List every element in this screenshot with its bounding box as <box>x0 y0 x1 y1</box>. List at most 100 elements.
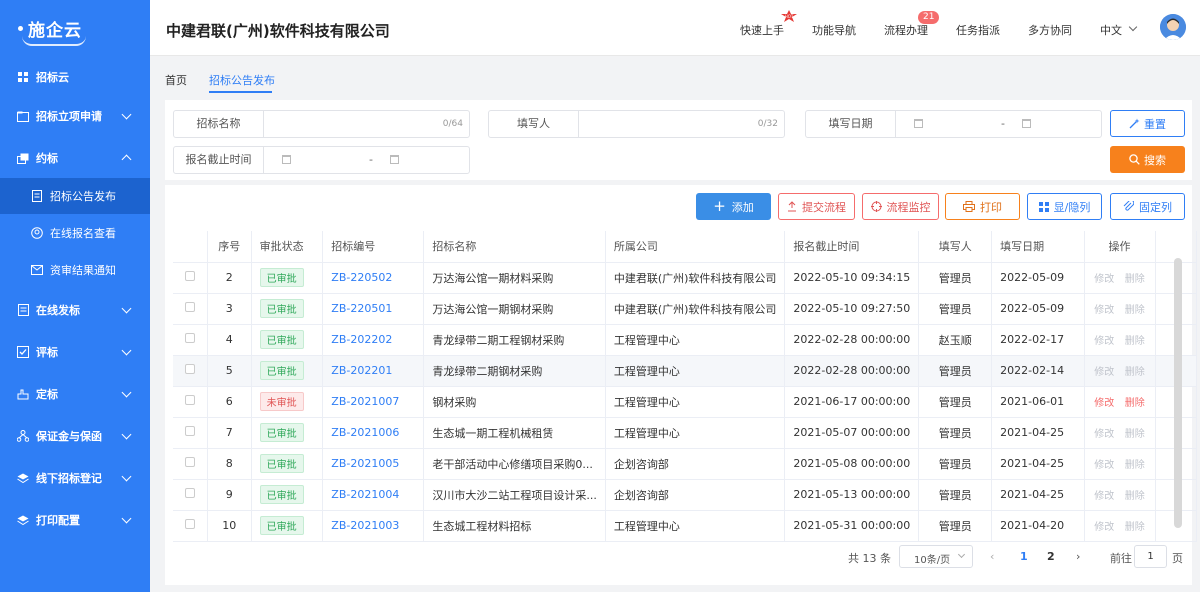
bid-name-field[interactable]: 招标名称 0/64 <box>173 110 470 138</box>
row-checkbox[interactable] <box>185 519 195 529</box>
table-row[interactable]: 9 已审批 ZB-2021004 汉川市大沙二站工程项目设计采... 企划咨询部 2021… <box>173 479 1198 511</box>
table-row[interactable]: 8 已审批 ZB-2021005 老干部活动中心修缮项目采购0... 企划咨询部 2021… <box>173 448 1198 480</box>
sidebar-item-project-apply[interactable]: 招标立项申请 <box>0 98 150 134</box>
svg-text:HOT: HOT <box>785 14 794 19</box>
fill-date-range[interactable]: 填写日期 - <box>805 110 1102 138</box>
row-code[interactable]: ZB-202202 <box>322 324 425 356</box>
delete-link[interactable]: 删除 <box>1125 429 1145 440</box>
table-row[interactable]: 2 已审批 ZB-220502 万达海公馆一期材料采购 中建君联(广州)软件科技有限公司… <box>173 262 1198 294</box>
add-button[interactable]: + 添加 <box>696 193 771 220</box>
row-code[interactable]: ZB-2021007 <box>322 386 425 418</box>
edit-link[interactable]: 修改 <box>1094 491 1114 502</box>
next-page-button[interactable]: › <box>1076 550 1080 563</box>
row-date: 2021-06-01 <box>991 386 1085 418</box>
row-code[interactable]: ZB-2021006 <box>322 417 425 449</box>
table-row[interactable]: 3 已审批 ZB-220501 万达海公馆一期钢材采购 中建君联(广州)软件科技有限公司… <box>173 293 1198 325</box>
table-row[interactable]: 6 未审批 ZB-2021007 钢材采购 工程管理中心 2021-06-17 00:00… <box>173 386 1198 418</box>
sidebar-item-yuebiao[interactable]: 约标 <box>0 140 150 176</box>
row-code[interactable]: ZB-2021004 <box>322 479 425 511</box>
table-scrollbar[interactable] <box>1174 258 1182 528</box>
row-code[interactable]: ZB-220501 <box>322 293 425 325</box>
edit-link[interactable]: 修改 <box>1094 367 1114 378</box>
printer-icon <box>963 201 975 212</box>
table-row[interactable]: 7 已审批 ZB-2021006 生态城一期工程机械租赁 工程管理中心 2021-05-0… <box>173 417 1198 449</box>
row-checkbox[interactable] <box>185 333 195 343</box>
row-no: 8 <box>207 448 252 480</box>
goto-page-input[interactable]: 1 <box>1134 545 1167 568</box>
row-date: 2021-04-25 <box>991 417 1085 449</box>
delete-link[interactable]: 删除 <box>1125 398 1145 409</box>
edit-link[interactable]: 修改 <box>1094 460 1114 471</box>
reset-button[interactable]: 重置 <box>1110 110 1185 137</box>
row-checkbox[interactable] <box>185 426 195 436</box>
row-status-cell: 已审批 <box>251 510 324 542</box>
nav-function-guide[interactable]: 功能导航 <box>812 22 856 38</box>
nav-process[interactable]: 流程办理 <box>884 22 928 38</box>
toggle-columns-button[interactable]: 显/隐列 <box>1027 193 1102 220</box>
header-date: 填写日期 <box>991 231 1085 263</box>
row-checkbox[interactable] <box>185 395 195 405</box>
layers-icon <box>16 513 30 527</box>
breadcrumb-current[interactable]: 招标公告发布 <box>209 72 275 88</box>
table-row[interactable]: 10 已审批 ZB-2021003 生态城工程材料招标 工程管理中心 2021-05-31… <box>173 510 1198 542</box>
sidebar-item-online-bid[interactable]: 在线发标 <box>0 292 150 328</box>
edit-link[interactable]: 修改 <box>1094 398 1114 409</box>
sidebar-item-evaluation[interactable]: 评标 <box>0 334 150 370</box>
nav-collaboration[interactable]: 多方协同 <box>1028 22 1072 38</box>
toggle-columns-label: 显/隐列 <box>1053 200 1091 214</box>
sidebar-item-deposit[interactable]: 保证金与保函 <box>0 418 150 454</box>
edit-link[interactable]: 修改 <box>1094 429 1114 440</box>
sidebar-item-print-config[interactable]: 打印配置 <box>0 502 150 538</box>
writer-field[interactable]: 填写人 0/32 <box>488 110 785 138</box>
delete-link[interactable]: 删除 <box>1125 305 1145 316</box>
row-checkbox[interactable] <box>185 302 195 312</box>
row-checkbox[interactable] <box>185 271 195 281</box>
avatar[interactable] <box>1160 14 1186 40</box>
table-row[interactable]: 4 已审批 ZB-202202 青龙绿带二期工程钢材采购 工程管理中心 2022-02-2… <box>173 324 1198 356</box>
print-button[interactable]: 打印 <box>945 193 1020 220</box>
row-code[interactable]: ZB-220502 <box>322 262 425 294</box>
row-actions: 修改 删除 <box>1084 448 1156 480</box>
submit-process-button[interactable]: 提交流程 <box>778 193 855 220</box>
sidebar-item-award[interactable]: 定标 <box>0 376 150 412</box>
row-code[interactable]: ZB-2021005 <box>322 448 425 480</box>
search-button[interactable]: 搜索 <box>1110 146 1185 173</box>
edit-link[interactable]: 修改 <box>1094 274 1114 285</box>
row-code[interactable]: ZB-2021003 <box>322 510 425 542</box>
page-1[interactable]: 1 <box>1020 550 1028 563</box>
deadline-range[interactable]: 报名截止时间 - <box>173 146 470 174</box>
sidebar-item-bid-cloud[interactable]: 招标云 <box>0 59 150 95</box>
edit-link[interactable]: 修改 <box>1094 305 1114 316</box>
process-monitor-button[interactable]: 流程监控 <box>862 193 939 220</box>
row-checkbox[interactable] <box>185 457 195 467</box>
status-badge: 已审批 <box>259 485 304 504</box>
page-2[interactable]: 2 <box>1047 550 1055 563</box>
row-checkbox[interactable] <box>185 364 195 374</box>
sidebar-item-offline-register[interactable]: 线下招标登记 <box>0 460 150 496</box>
row-status-cell: 已审批 <box>251 448 324 480</box>
delete-link[interactable]: 删除 <box>1125 522 1145 533</box>
breadcrumb-home[interactable]: 首页 <box>165 72 187 88</box>
sidebar-item-notice-publish[interactable]: 招标公告发布 <box>0 178 150 214</box>
language-select[interactable]: 中文 <box>1100 22 1122 38</box>
pin-columns-button[interactable]: 固定列 <box>1110 193 1185 220</box>
sidebar-item-review-result[interactable]: 资审结果通知 <box>0 252 150 288</box>
sidebar-item-online-signup[interactable]: 在线报名查看 <box>0 215 150 251</box>
row-checkbox[interactable] <box>185 488 195 498</box>
page-size-select[interactable]: 10条/页 <box>899 545 973 568</box>
deadline-label: 报名截止时间 <box>174 147 264 173</box>
delete-link[interactable]: 删除 <box>1125 367 1145 378</box>
delete-link[interactable]: 删除 <box>1125 274 1145 285</box>
nav-task-assign[interactable]: 任务指派 <box>956 22 1000 38</box>
edit-link[interactable]: 修改 <box>1094 522 1114 533</box>
search-label: 搜索 <box>1144 153 1166 167</box>
edit-link[interactable]: 修改 <box>1094 336 1114 347</box>
row-code[interactable]: ZB-202201 <box>322 355 425 387</box>
table-row[interactable]: 5 已审批 ZB-202201 青龙绿带二期钢材采购 工程管理中心 2022-02-28 … <box>173 355 1198 387</box>
delete-link[interactable]: 删除 <box>1125 460 1145 471</box>
delete-link[interactable]: 删除 <box>1125 491 1145 502</box>
prev-page-button[interactable]: ‹ <box>990 550 994 563</box>
row-status-cell: 已审批 <box>251 355 324 387</box>
nav-quick-start[interactable]: 快速上手 <box>740 22 784 38</box>
delete-link[interactable]: 删除 <box>1125 336 1145 347</box>
